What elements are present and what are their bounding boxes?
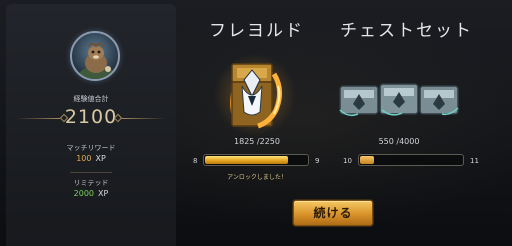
divider — [70, 172, 112, 173]
freljord-level-end: 9 — [315, 157, 320, 165]
freljord-progress-text: 1825 /2250 — [234, 137, 280, 146]
unlock-note: アンロックしました！ — [227, 174, 287, 181]
total-xp-label: 経験値合計 — [73, 95, 109, 103]
total-xp-value: 2100 — [64, 106, 118, 128]
chest-set-icons — [338, 80, 460, 120]
freljord-progress-fill — [205, 156, 288, 164]
creature-avatar-icon — [80, 42, 114, 79]
limited-unit: XP — [98, 189, 109, 198]
chest-set-title: チェストセット — [340, 21, 473, 41]
freljord-progress-bar — [203, 154, 309, 166]
total-xp-row: 2100 — [6, 104, 176, 132]
chest-set-level-end: 11 — [470, 157, 479, 165]
match-reward-unit: XP — [95, 154, 106, 163]
divider — [122, 118, 166, 119]
rewards-screen: 経験値合計 2100 マッチリワード 100 XP リミテッド 2000 XP フレ… — [0, 0, 512, 246]
xp-summary-panel: 経験値合計 2100 マッチリワード 100 XP リミテッド 2000 XP — [6, 4, 176, 246]
limited-value: 2000 XP — [6, 189, 176, 198]
chest-set-progress-bar — [358, 154, 464, 166]
chest-set-level-start: 10 — [343, 157, 352, 165]
freljord-title: フレヨルド — [209, 21, 304, 41]
silver-chest-icon — [419, 85, 459, 116]
continue-button[interactable]: 続ける — [293, 200, 373, 226]
limited-amount: 2000 — [73, 189, 95, 198]
chest-set-progress-text: 550 /4000 — [378, 137, 420, 146]
freljord-chest-icon — [224, 56, 290, 134]
match-reward-value: 100 XP — [6, 154, 176, 163]
avatar — [70, 31, 120, 81]
match-reward-label: マッチリワード — [66, 144, 116, 152]
silver-chest-icon — [379, 83, 419, 116]
limited-label: リミテッド — [73, 179, 109, 187]
match-reward-amount: 100 — [76, 154, 92, 163]
silver-chest-icon — [339, 85, 379, 117]
freljord-level-start: 8 — [193, 157, 198, 165]
chest-set-progress-fill — [360, 156, 374, 164]
